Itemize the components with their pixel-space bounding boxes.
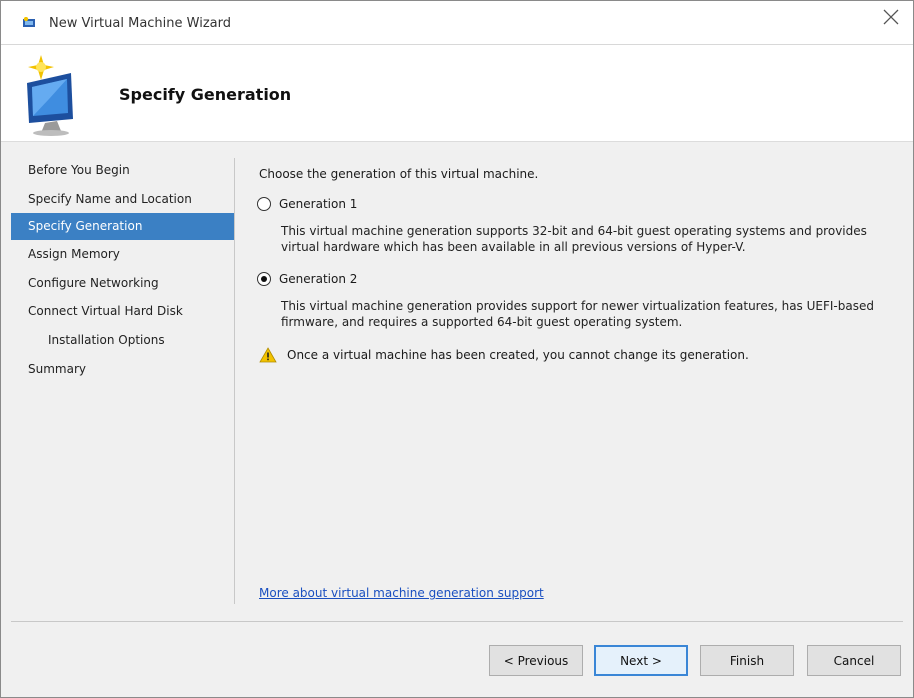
title-bar[interactable]: New Virtual Machine Wizard <box>1 1 913 45</box>
nav-item-before-you-begin[interactable]: Before You Begin <box>11 156 235 185</box>
generation-1-desc-line-1: This virtual machine generation supports… <box>281 224 867 238</box>
nav-item-specify-generation[interactable]: Specify Generation <box>11 213 235 241</box>
generation-1-radio[interactable] <box>257 197 271 211</box>
nav-item-specify-name-and-location[interactable]: Specify Name and Location <box>11 185 235 214</box>
generation-1-option[interactable]: Generation 1 <box>257 197 357 211</box>
footer-divider <box>11 621 903 622</box>
generation-1-label[interactable]: Generation 1 <box>279 197 357 211</box>
nav-item-connect-virtual-hard-disk[interactable]: Connect Virtual Hard Disk <box>11 297 235 326</box>
generation-2-desc-line-1: This virtual machine generation provides… <box>281 299 874 313</box>
warning-message: Once a virtual machine has been created,… <box>259 347 749 363</box>
next-button[interactable]: Next > <box>594 645 688 676</box>
close-icon <box>883 9 899 25</box>
finish-button[interactable]: Finish <box>700 645 794 676</box>
previous-button[interactable]: < Previous <box>489 645 583 676</box>
wizard-header: Specify Generation <box>1 45 913 142</box>
warning-icon <box>259 347 277 363</box>
generation-1-desc-line-2: virtual hardware which has been availabl… <box>281 240 746 254</box>
wizard-steps-nav: Before You Begin Specify Name and Locati… <box>11 156 235 383</box>
more-about-generation-link[interactable]: More about virtual machine generation su… <box>259 586 544 600</box>
wizard-window: New Virtual Machine Wizard Specify Gener… <box>0 0 914 698</box>
generation-1-description: This virtual machine generation supports… <box>281 223 906 255</box>
cancel-button[interactable]: Cancel <box>807 645 901 676</box>
hyper-v-icon <box>23 16 39 29</box>
generation-2-desc-line-2: firmware, and requires a supported 64-bi… <box>281 315 683 329</box>
nav-item-configure-networking[interactable]: Configure Networking <box>11 269 235 298</box>
nav-item-assign-memory[interactable]: Assign Memory <box>11 240 235 269</box>
new-vm-wizard-icon <box>19 53 89 137</box>
generation-2-option[interactable]: Generation 2 <box>257 272 357 286</box>
nav-item-summary[interactable]: Summary <box>11 355 235 384</box>
nav-item-installation-options[interactable]: Installation Options <box>11 326 235 355</box>
warning-text: Once a virtual machine has been created,… <box>287 348 749 362</box>
generation-2-label[interactable]: Generation 2 <box>279 272 357 286</box>
page-title: Specify Generation <box>119 85 292 104</box>
intro-text: Choose the generation of this virtual ma… <box>259 167 539 181</box>
window-title: New Virtual Machine Wizard <box>49 16 231 31</box>
close-button[interactable] <box>869 1 913 41</box>
nav-divider <box>234 158 235 604</box>
generation-2-description: This virtual machine generation provides… <box>281 298 906 330</box>
generation-2-radio[interactable] <box>257 272 271 286</box>
